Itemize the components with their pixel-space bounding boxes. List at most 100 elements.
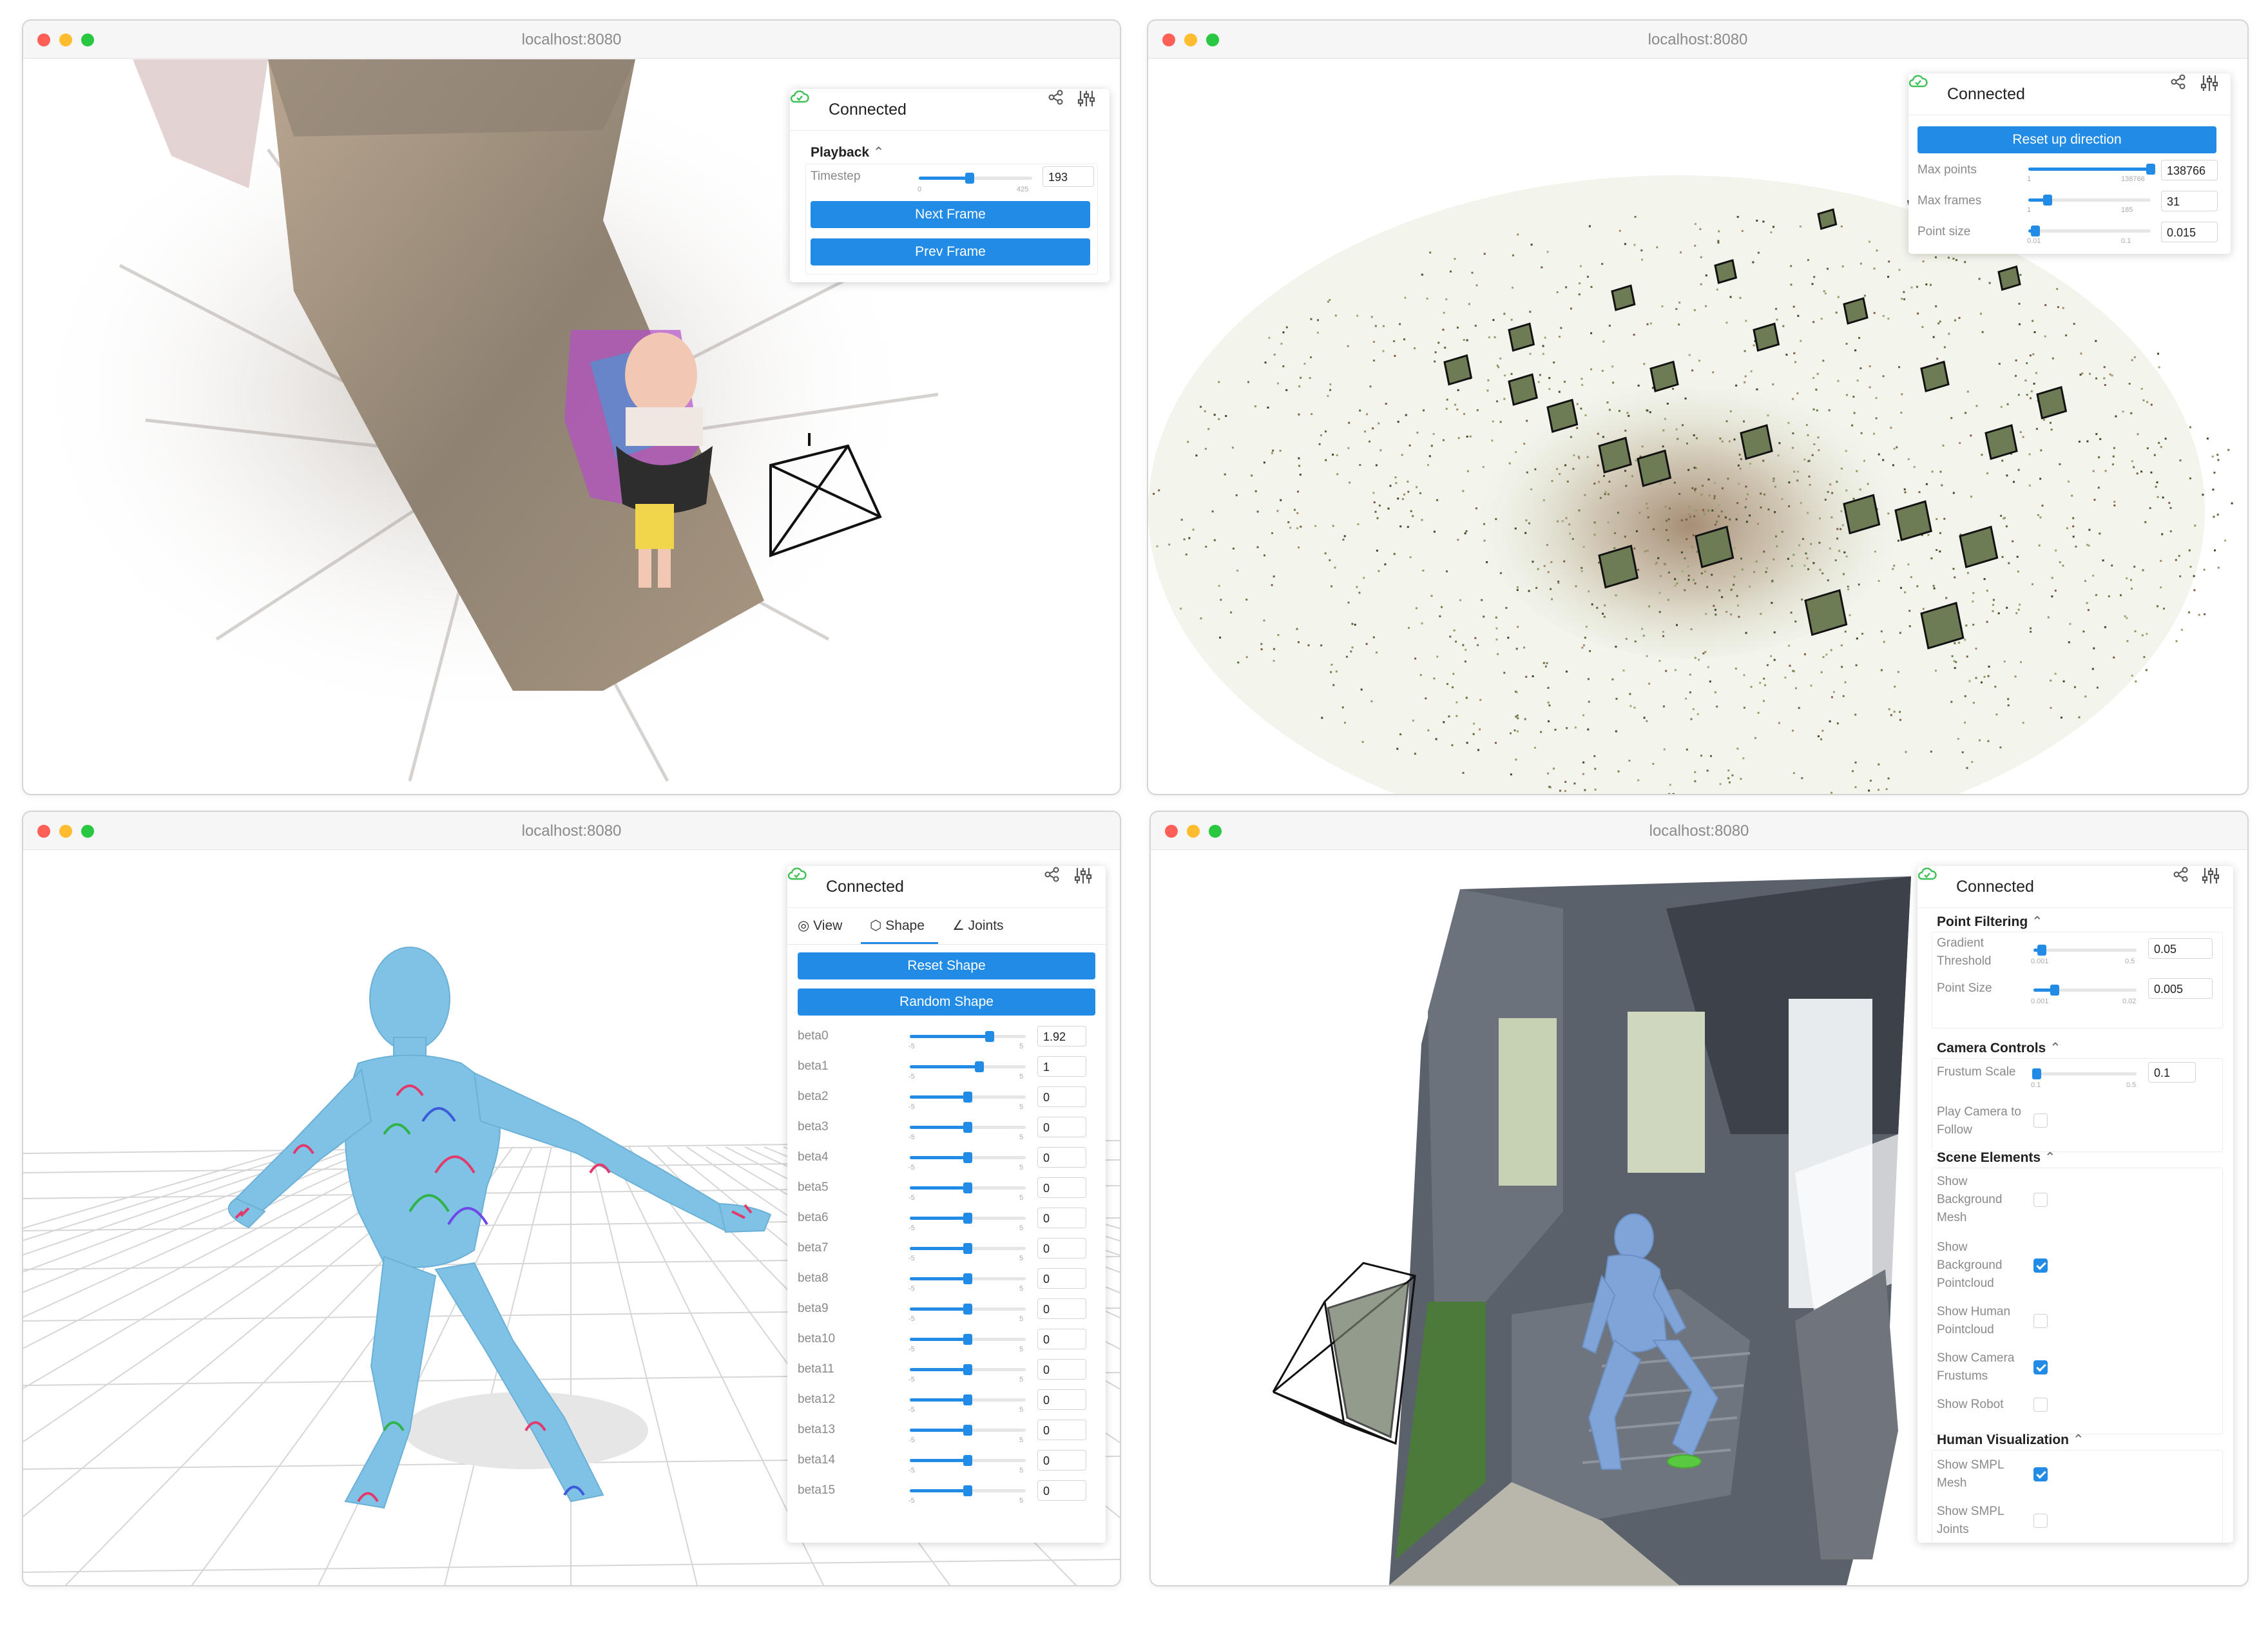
point-size-slider[interactable] bbox=[2033, 985, 2137, 996]
point-size-input[interactable]: 0.005 bbox=[2148, 978, 2213, 999]
checkbox[interactable] bbox=[2033, 1514, 2048, 1528]
beta-slider[interactable] bbox=[910, 1334, 1026, 1345]
beta-slider-handle[interactable] bbox=[963, 1213, 972, 1224]
beta-input[interactable]: 0 bbox=[1037, 1117, 1086, 1137]
beta-slider-handle[interactable] bbox=[963, 1152, 972, 1163]
beta-slider-handle[interactable] bbox=[975, 1061, 984, 1072]
beta-slider-handle[interactable] bbox=[963, 1122, 972, 1133]
tab-joints[interactable]: ∠ Joints bbox=[952, 918, 1004, 934]
beta-slider[interactable] bbox=[910, 1485, 1026, 1496]
tab-shape[interactable]: ⬡ Shape bbox=[870, 918, 925, 934]
gradient-threshold-slider[interactable] bbox=[2033, 945, 2137, 956]
settings-sliders-icon[interactable] bbox=[2200, 73, 2219, 93]
settings-sliders-icon[interactable] bbox=[1073, 866, 1093, 885]
reset-up-direction-button[interactable]: Reset up direction bbox=[1917, 126, 2216, 153]
beta-slider-handle[interactable] bbox=[963, 1182, 972, 1193]
random-shape-button[interactable]: Random Shape bbox=[798, 988, 1095, 1016]
settings-sliders-icon[interactable] bbox=[1077, 89, 1096, 108]
3d-viewport[interactable]: Connected Playback ⌃ Timestep 0 425 193 … bbox=[23, 59, 1120, 794]
beta-input[interactable]: 0 bbox=[1037, 1420, 1086, 1440]
point-size-handle[interactable] bbox=[2050, 985, 2059, 996]
beta-slider[interactable] bbox=[910, 1031, 1026, 1042]
share-icon[interactable] bbox=[1048, 89, 1064, 106]
beta-slider-handle[interactable] bbox=[963, 1485, 972, 1496]
checkbox[interactable] bbox=[2033, 1360, 2048, 1374]
timestep-slider[interactable] bbox=[919, 173, 1032, 184]
slider-handle[interactable] bbox=[2031, 226, 2041, 236]
3d-viewport[interactable]: Connected ◎ View ⬡ Shape ∠ Joints Reset … bbox=[23, 851, 1120, 1585]
3d-viewport[interactable]: Connected Point Filtering ⌃ Gradient Thr… bbox=[1151, 851, 2247, 1585]
slider-handle[interactable] bbox=[2043, 195, 2053, 206]
slider-track[interactable] bbox=[2028, 226, 2151, 236]
frustum-scale-handle[interactable] bbox=[2032, 1068, 2041, 1079]
slider-track[interactable] bbox=[2028, 164, 2155, 175]
beta-input[interactable]: 1 bbox=[1037, 1056, 1086, 1077]
beta-slider[interactable] bbox=[910, 1394, 1026, 1405]
beta-input[interactable]: 0 bbox=[1037, 1389, 1086, 1410]
beta-input[interactable]: 0 bbox=[1037, 1298, 1086, 1319]
beta-slider-handle[interactable] bbox=[963, 1364, 972, 1375]
tab-view[interactable]: ◎ View bbox=[798, 918, 842, 934]
beta-slider-handle[interactable] bbox=[963, 1425, 972, 1436]
beta-slider-handle[interactable] bbox=[963, 1394, 972, 1405]
checkbox[interactable] bbox=[2033, 1314, 2048, 1328]
prev-frame-button[interactable]: Prev Frame bbox=[811, 238, 1090, 265]
beta-input[interactable]: 0 bbox=[1037, 1450, 1086, 1470]
beta-slider[interactable] bbox=[910, 1425, 1026, 1436]
beta-slider-handle[interactable] bbox=[963, 1334, 972, 1345]
checkbox[interactable] bbox=[2033, 1193, 2048, 1207]
checkbox[interactable] bbox=[2033, 1467, 2048, 1481]
beta-slider[interactable] bbox=[910, 1213, 1026, 1224]
beta-slider-handle[interactable] bbox=[963, 1455, 972, 1466]
play-camera-checkbox[interactable] bbox=[2033, 1113, 2048, 1128]
beta-input[interactable]: 0 bbox=[1037, 1359, 1086, 1380]
slider-track[interactable] bbox=[2028, 195, 2151, 206]
beta-slider-handle[interactable] bbox=[963, 1304, 972, 1315]
beta-slider[interactable] bbox=[910, 1273, 1026, 1284]
timestep-input[interactable]: 193 bbox=[1043, 166, 1094, 187]
scene-elements-title[interactable]: Scene Elements ⌃ bbox=[1937, 1150, 2056, 1166]
beta-input[interactable]: 0 bbox=[1037, 1177, 1086, 1198]
playback-section-title[interactable]: Playback ⌃ bbox=[811, 144, 885, 160]
timestep-slider-handle[interactable] bbox=[965, 173, 974, 184]
beta-input[interactable]: 0 bbox=[1037, 1329, 1086, 1349]
beta-slider[interactable] bbox=[910, 1092, 1026, 1103]
beta-input[interactable]: 1.92 bbox=[1037, 1026, 1086, 1046]
next-frame-button[interactable]: Next Frame bbox=[811, 201, 1090, 228]
slider-input[interactable]: 138766 bbox=[2161, 160, 2218, 180]
reset-shape-button[interactable]: Reset Shape bbox=[798, 952, 1095, 979]
beta-input[interactable]: 0 bbox=[1037, 1268, 1086, 1289]
gradient-threshold-input[interactable]: 0.05 bbox=[2148, 938, 2213, 959]
beta-input[interactable]: 0 bbox=[1037, 1208, 1086, 1228]
beta-input[interactable]: 0 bbox=[1037, 1086, 1086, 1107]
beta-input[interactable]: 0 bbox=[1037, 1238, 1086, 1258]
checkbox[interactable] bbox=[2033, 1398, 2048, 1412]
beta-slider-handle[interactable] bbox=[963, 1243, 972, 1254]
checkbox[interactable] bbox=[2033, 1258, 2048, 1273]
slider-input[interactable]: 0.015 bbox=[2161, 222, 2218, 242]
beta-slider[interactable] bbox=[910, 1304, 1026, 1315]
share-icon[interactable] bbox=[2170, 73, 2187, 90]
beta-slider[interactable] bbox=[910, 1152, 1026, 1163]
point-filtering-title[interactable]: Point Filtering ⌃ bbox=[1937, 914, 2043, 930]
gradient-threshold-handle[interactable] bbox=[2037, 945, 2046, 956]
beta-slider[interactable] bbox=[910, 1364, 1026, 1375]
beta-input[interactable]: 0 bbox=[1037, 1480, 1086, 1501]
human-visualization-title[interactable]: Human Visualization ⌃ bbox=[1937, 1432, 2084, 1448]
share-icon[interactable] bbox=[2173, 866, 2189, 883]
beta-slider[interactable] bbox=[910, 1243, 1026, 1254]
slider-handle[interactable] bbox=[2146, 164, 2155, 175]
beta-slider[interactable] bbox=[910, 1061, 1026, 1072]
frustum-scale-input[interactable]: 0.1 bbox=[2148, 1062, 2196, 1083]
slider-input[interactable]: 31 bbox=[2161, 191, 2218, 211]
frustum-scale-slider[interactable] bbox=[2032, 1068, 2137, 1079]
beta-slider[interactable] bbox=[910, 1455, 1026, 1466]
camera-controls-title[interactable]: Camera Controls ⌃ bbox=[1937, 1040, 2061, 1056]
beta-slider[interactable] bbox=[910, 1182, 1026, 1193]
beta-input[interactable]: 0 bbox=[1037, 1147, 1086, 1168]
beta-slider-handle[interactable] bbox=[963, 1273, 972, 1284]
beta-slider[interactable] bbox=[910, 1122, 1026, 1133]
3d-viewport[interactable]: Connected Reset up direction Max points 1… bbox=[1148, 59, 2247, 794]
beta-slider-handle[interactable] bbox=[985, 1031, 995, 1042]
beta-slider-handle[interactable] bbox=[963, 1092, 972, 1103]
